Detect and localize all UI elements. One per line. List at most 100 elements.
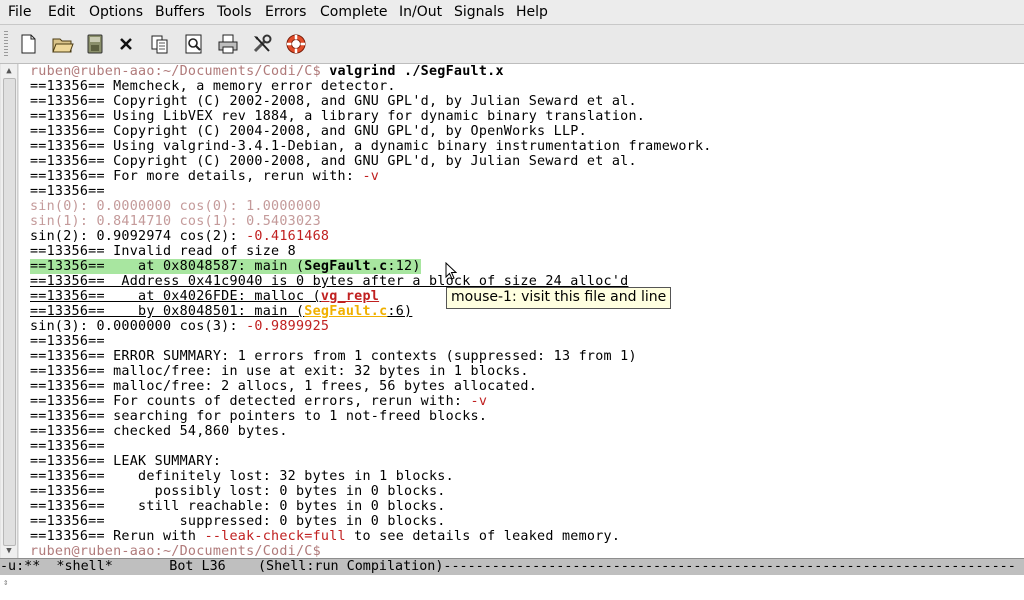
output-text: ==13356== LEAK SUMMARY: — [30, 454, 222, 469]
output-text: ==13356== checked 54,860 bytes. — [30, 424, 288, 439]
shell-command: valgrind ./SegFault.x — [320, 64, 504, 79]
output-text: sin(2): 0.9092974 cos(2): — [30, 229, 247, 244]
output-text: ==13356== malloc/free: in use at exit: 3… — [30, 364, 529, 379]
output-text: ==13356== Rerun with — [30, 529, 205, 544]
highlighted-value: -0.4161468 — [246, 229, 330, 244]
highlighted-value: -0.9899925 — [246, 319, 330, 334]
close-icon[interactable] — [114, 32, 138, 56]
output-text: ==13356== ERROR SUMMARY: 1 errors from 1… — [30, 349, 637, 364]
output-text: ==13356== possibly lost: 0 bytes in 0 bl… — [30, 484, 446, 499]
minibuffer[interactable]: ⇕ — [0, 575, 1024, 600]
preferences-icon[interactable] — [250, 32, 274, 56]
menu-signals[interactable]: Signals — [454, 4, 504, 20]
output-text: ==13356== suppressed: 0 bytes in 0 block… — [30, 514, 446, 529]
menu-inout[interactable]: In/Out — [399, 4, 442, 20]
highlighted-value: -v — [362, 169, 380, 184]
output-text: ==13356== definitely lost: 32 bytes in 1… — [30, 469, 454, 484]
menu-tools[interactable]: Tools — [217, 4, 252, 20]
copy-icon[interactable] — [148, 32, 172, 56]
shell-prompt-line: ruben@ruben-aao:~/Documents/Codi/C$ valg… — [30, 64, 504, 79]
error-location-line[interactable]: ==13356== at 0x8048587: main (SegFault.c… — [30, 259, 421, 274]
output-line: ==13356== still reachable: 0 bytes in 0 … — [30, 499, 446, 514]
menu-options[interactable]: Options — [89, 4, 143, 20]
output-line: sin(0): 0.0000000 cos(0): 1.0000000 — [30, 199, 321, 214]
mode-line: -u:** *shell* Bot L36 (Shell:run Compila… — [0, 558, 1024, 575]
output-line: ==13356== For more details, rerun with: … — [30, 169, 379, 184]
print-icon[interactable] — [216, 32, 240, 56]
output-line: ==13356== malloc/free: in use at exit: 3… — [30, 364, 529, 379]
output-text: ==13356== Using valgrind-3.4.1-Debian, a… — [30, 139, 712, 154]
output-line: ==13356== ERROR SUMMARY: 1 errors from 1… — [30, 349, 637, 364]
output-line: sin(2): 0.9092974 cos(2): -0.4161468 — [30, 229, 329, 244]
output-text: sin(1): 0.8414710 cos(1): 0.5403023 — [30, 214, 321, 229]
scroll-up-arrow-icon[interactable]: ▲ — [1, 64, 17, 78]
source-file-link[interactable]: SegFault.c — [304, 259, 387, 274]
output-line: sin(1): 0.8414710 cos(1): 0.5403023 — [30, 214, 321, 229]
output-text: ==13356== Copyright (C) 2002-2008, and G… — [30, 94, 637, 109]
output-text: ==13356== Invalid read of size 8 — [30, 244, 296, 259]
help-icon[interactable] — [284, 32, 308, 56]
output-text: ==13356== by 0x8048501: main ( — [30, 304, 305, 319]
menu-edit[interactable]: Edit — [48, 4, 75, 20]
output-line: ==13356== — [30, 334, 105, 349]
tooltip: mouse-1: visit this file and line — [446, 287, 672, 309]
output-text: ==13356== — [30, 334, 105, 349]
vertical-scrollbar[interactable]: ▲ ▼ — [1, 64, 18, 558]
output-line: ==13356== Invalid read of size 8 — [30, 244, 296, 259]
menu-errors[interactable]: Errors — [265, 4, 306, 20]
output-text: :12) — [387, 259, 421, 274]
output-line: ==13356== possibly lost: 0 bytes in 0 bl… — [30, 484, 446, 499]
mouse-pointer-icon — [445, 262, 457, 280]
output-text: ==13356== still reachable: 0 bytes in 0 … — [30, 499, 446, 514]
output-line: ==13356== — [30, 439, 105, 454]
shell-prompt-line: ruben@ruben-aao:~/Documents/Codi/C$ — [30, 544, 321, 558]
menu-help[interactable]: Help — [516, 4, 548, 20]
output-line: ==13356== Copyright (C) 2000-2008, and G… — [30, 154, 637, 169]
by-location-line: ==13356== by 0x8048501: main (SegFault.c… — [30, 304, 412, 319]
output-text: ==13356== Memcheck, a memory error detec… — [30, 79, 396, 94]
output-text: ==13356== — [30, 184, 105, 199]
open-folder-icon[interactable] — [50, 32, 74, 56]
menu-complete[interactable]: Complete — [320, 4, 387, 20]
output-text: ==13356== — [30, 439, 105, 454]
output-line: ==13356== LEAK SUMMARY: — [30, 454, 221, 469]
output-line: ==13356== Memcheck, a memory error detec… — [30, 79, 396, 94]
output-line: ==13356== definitely lost: 32 bytes in 1… — [30, 469, 454, 484]
shell-prompt: ruben@ruben-aao:~/Documents/Codi/C$ — [30, 64, 321, 79]
menu-buffers[interactable]: Buffers — [155, 4, 205, 20]
output-text: ==13356== at 0x8048587: main ( — [30, 259, 305, 274]
menu-bar: File Edit Options Buffers Tools Errors Complet… — [0, 0, 1024, 25]
toolbar-grip[interactable] — [4, 31, 8, 57]
minibuffer-scroll-icon[interactable]: ⇕ — [3, 578, 13, 592]
output-line: ==13356== Using valgrind-3.4.1-Debian, a… — [30, 139, 712, 154]
new-file-icon[interactable] — [16, 32, 40, 56]
output-line: ==13356== — [30, 184, 105, 199]
output-line: ==13356== malloc/free: 2 allocs, 1 frees… — [30, 379, 537, 394]
highlighted-value: -v — [470, 394, 488, 409]
output-line: ==13356== Copyright (C) 2004-2008, and G… — [30, 124, 587, 139]
output-line: ==13356== For counts of detected errors,… — [30, 394, 487, 409]
output-text: sin(3): 0.0000000 cos(3): — [30, 319, 247, 334]
malloc-location-line: ==13356== at 0x4026FDE: malloc (vg_repl — [30, 289, 379, 304]
output-text: ==13356== searching for pointers to 1 no… — [30, 409, 488, 424]
save-icon[interactable] — [83, 32, 107, 56]
shell-buffer[interactable]: ruben@ruben-aao:~/Documents/Codi/C$ valg… — [19, 64, 1024, 558]
output-text: ==13356== Using LibVEX rev 1884, a libra… — [30, 109, 646, 124]
scroll-down-arrow-icon[interactable]: ▼ — [1, 544, 17, 558]
output-text: ==13356== For counts of detected errors,… — [30, 394, 471, 409]
output-text: ==13356== malloc/free: 2 allocs, 1 frees… — [30, 379, 538, 394]
output-line: ==13356== Copyright (C) 2002-2008, and G… — [30, 94, 637, 109]
menu-file[interactable]: File — [8, 4, 31, 20]
output-line: ==13356== searching for pointers to 1 no… — [30, 409, 487, 424]
scrollbar-thumb[interactable] — [3, 78, 16, 546]
search-icon[interactable] — [182, 32, 206, 56]
output-text: ==13356== Copyright (C) 2000-2008, and G… — [30, 154, 637, 169]
output-line: ==13356== Rerun with --leak-check=full t… — [30, 529, 620, 544]
source-file-link[interactable]: SegFault.c — [304, 304, 387, 319]
source-file-link[interactable]: vg_repl — [321, 289, 379, 304]
output-line: ==13356== Using LibVEX rev 1884, a libra… — [30, 109, 645, 124]
output-line: ==13356== suppressed: 0 bytes in 0 block… — [30, 514, 446, 529]
output-text: ==13356== Copyright (C) 2004-2008, and G… — [30, 124, 587, 139]
output-text: ==13356== at 0x4026FDE: malloc ( — [30, 289, 321, 304]
output-line: sin(3): 0.0000000 cos(3): -0.9899925 — [30, 319, 329, 334]
